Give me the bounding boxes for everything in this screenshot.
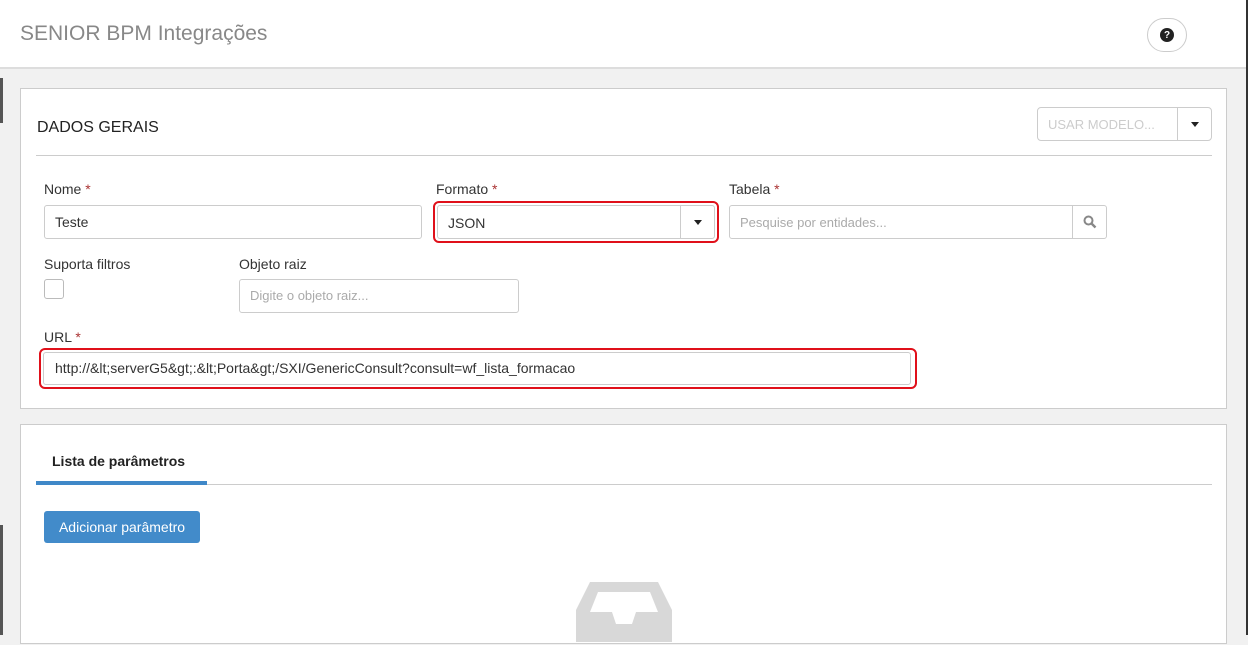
- use-model-placeholder: USAR MODELO...: [1048, 117, 1155, 132]
- search-icon[interactable]: [1072, 206, 1106, 238]
- help-button[interactable]: ?: [1147, 18, 1187, 52]
- general-data-panel: DADOS GERAIS USAR MODELO... Nome * Teste…: [20, 88, 1227, 409]
- url-label: URL *: [44, 329, 81, 345]
- formato-label: Formato *: [436, 181, 498, 197]
- active-tab-indicator: [36, 481, 207, 485]
- chevron-down-icon[interactable]: [680, 206, 714, 238]
- parameters-panel: Lista de parâmetros Adicionar parâmetro: [20, 424, 1227, 644]
- tabela-label: Tabela *: [729, 181, 780, 197]
- suporta-filtros-checkbox[interactable]: [44, 279, 64, 299]
- question-circle-icon: ?: [1160, 28, 1174, 42]
- use-model-dropdown[interactable]: USAR MODELO...: [1037, 107, 1212, 141]
- tabela-input[interactable]: Pesquise por entidades...: [730, 206, 1072, 238]
- tab-lista-de-parametros[interactable]: Lista de parâmetros: [52, 453, 185, 469]
- nome-label: Nome *: [44, 181, 91, 197]
- formato-value: JSON: [448, 215, 486, 231]
- chevron-down-icon[interactable]: [1177, 108, 1211, 140]
- app-header: SENIOR BPM Integrações ?: [0, 0, 1246, 69]
- suporta-filtros-label: Suporta filtros: [44, 256, 131, 272]
- inbox-icon: [576, 582, 672, 645]
- app-title: SENIOR BPM Integrações: [20, 22, 268, 45]
- objeto-raiz-input[interactable]: Digite o objeto raiz...: [239, 279, 519, 313]
- url-input[interactable]: http://&lt;serverG5&gt;:&lt;Porta&gt;/SX…: [43, 352, 911, 385]
- nome-input[interactable]: Teste: [44, 205, 422, 239]
- section-title: DADOS GERAIS: [37, 119, 159, 136]
- formato-select[interactable]: JSON: [437, 205, 715, 239]
- side-handle: [0, 78, 3, 123]
- side-handle: [0, 525, 3, 635]
- tabela-search[interactable]: Pesquise por entidades...: [729, 205, 1107, 239]
- divider: [36, 155, 1212, 156]
- objeto-raiz-label: Objeto raiz: [239, 256, 307, 272]
- tab-divider: [36, 484, 1212, 485]
- add-parameter-button[interactable]: Adicionar parâmetro: [44, 511, 200, 543]
